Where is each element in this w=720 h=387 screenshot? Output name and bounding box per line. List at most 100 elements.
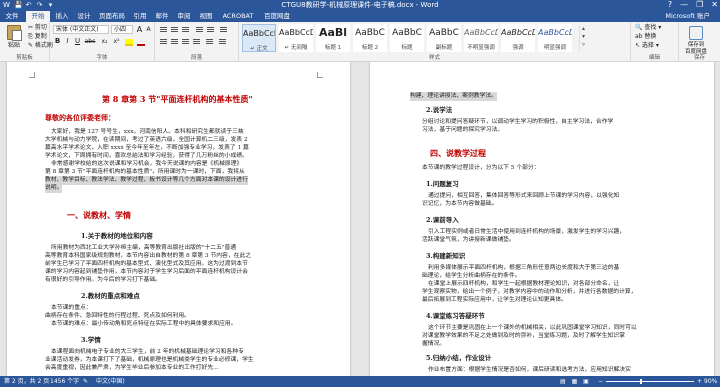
styles-label: 样式 [428,55,440,61]
margin-corner-mark [29,72,35,78]
zoom-level[interactable]: 90% [704,376,717,387]
close-button[interactable]: ✕ [711,0,718,10]
bold-button[interactable]: B [53,37,62,46]
decrease-indent-icon[interactable] [195,26,204,34]
font-group: 宋体 (中文正文) 小四 A A B I U abc x₂ x² 字体 [50,22,155,62]
numbering-icon[interactable] [170,26,179,34]
word-count[interactable]: 1456 个字 [50,376,79,387]
superscript-button[interactable]: x² [111,37,122,46]
font-size-select[interactable]: 小四 [111,25,133,34]
process-intro: 本节课的教学过程设计，分为以下 5 个部分： [422,165,540,171]
style-normal[interactable]: AaBbCcD↵ 正文 [242,24,276,52]
restore-button[interactable]: ❐ [696,0,703,10]
underline-button[interactable]: U [73,37,82,46]
style-subtle-emphasis[interactable]: AaBbCcD 不明显强调 [464,24,498,52]
tab-baidu-netdisk[interactable]: 百度网盘 [260,11,294,22]
increase-indent-icon[interactable] [206,26,215,34]
section-4-heading: 四、说教学过程 [430,148,486,158]
document-workspace[interactable]: 第 8 章第 3 节"平面连杆机构的基本性质" 尊敬的各位评委老师： 大家好，我… [0,62,720,376]
minimize-button[interactable]: — [680,0,688,10]
copy-button[interactable]: ⎘ 复制 [28,33,47,41]
tab-references[interactable]: 引用 [130,11,150,22]
style-heading-2[interactable]: AaBbC 标题 2 [353,24,387,52]
style-intense-emphasis[interactable]: AaBbCcD 明显强调 [538,24,572,52]
style-subtitle[interactable]: AaBbC 副标题 [427,24,461,52]
tab-design[interactable]: 设计 [74,11,94,22]
save-group: 保存到 百度网盘 保存 [679,22,720,62]
tab-insert[interactable]: 插入 [52,11,72,22]
cloud-save-icon[interactable] [689,26,703,40]
subheading-learners: 3.学情 [81,336,101,344]
style-title[interactable]: AaBbC 标题 [390,24,424,52]
select-button[interactable]: ↖ 选择 ▾ [635,42,659,50]
shading-icon[interactable] [218,38,227,46]
tab-acrobat[interactable]: ACROBAT [218,11,258,22]
page-count[interactable]: 第 2 页，共 2 页 [4,376,49,387]
step-5-heading: 5.归纳小结，作业设计 [426,354,492,362]
ribbon-tabs: 文件 开始 插入 设计 页面布局 引用 邮件 审阅 视图 ACROBAT 百度网… [0,11,720,22]
view-mode-icons[interactable]: ▤ ▦ ▣ [560,376,591,387]
find-button[interactable]: 🔍 查找 ▾ [635,24,661,32]
ribbon: 粘贴 ✂ 剪切 ⎘ 复制 ✎ 格式刷 剪贴板 宋体 (中文正文) 小四 A A … [0,22,720,62]
greeting-heading: 尊敬的各位评委老师： [45,113,115,122]
zoom-out-button[interactable]: − [598,376,603,387]
paste-icon [7,25,22,41]
language-indicator[interactable]: 中文(中国) [96,376,125,387]
tab-home[interactable]: 开始 [26,11,50,22]
paragraph-group: 段落 [155,22,239,62]
subheading-learning-methods: 2.说学法 [426,106,453,114]
help-button[interactable]: ? [668,0,672,10]
font-color-icon[interactable] [137,39,145,46]
zoom-slider[interactable] [606,381,694,382]
bullets-icon[interactable] [159,26,168,34]
zoom-in-button[interactable]: + [697,376,702,387]
section-1-heading: 一、说教材、学情 [67,210,131,220]
cut-button[interactable]: ✂ 剪切 [28,24,47,32]
multilevel-list-icon[interactable] [181,26,190,34]
line-spacing-icon[interactable] [205,38,214,46]
align-center-icon[interactable] [170,38,179,46]
proofing-icon[interactable]: ✎ [83,376,88,387]
margin-corner-mark [317,72,323,78]
styles-scroll-arrows[interactable]: ▴ ▾ ▿ [579,25,587,51]
page-left[interactable]: 第 8 章第 3 节"平面连杆机构的基本性质" 尊敬的各位评委老师： 大家好，我… [7,62,350,376]
strikethrough-button[interactable]: abc [83,37,97,46]
save-label: 保存 [693,55,705,61]
style-no-spacing[interactable]: AaBbCcD ↵ 无间隔 [279,24,313,52]
style-heading-1[interactable]: AaBl 标题 1 [316,24,350,52]
tab-view[interactable]: 视图 [196,11,216,22]
paste-button[interactable]: 粘贴 [4,25,24,49]
page-right[interactable]: 构建、理论讲授法、案例教学法。 2.说学法 分组讨论和提问答疑环节，以调动学生学… [370,62,714,376]
editing-label: 编辑 [648,55,660,61]
tab-layout[interactable]: 页面布局 [96,11,128,22]
subheading-textbook: 1.关于教材的地位和内容 [81,232,153,240]
align-left-icon[interactable] [159,38,168,46]
tab-review[interactable]: 审阅 [174,11,194,22]
clipboard-group: 粘贴 ✂ 剪切 ⎘ 复制 ✎ 格式刷 剪贴板 [0,22,53,62]
justify-icon[interactable] [192,38,201,46]
editing-group: 🔍 查找 ▾ ab 替换 ↖ 选择 ▾ 编辑 [631,22,679,62]
zoom-slider-thumb[interactable] [640,379,642,384]
italic-button[interactable]: I [63,37,72,46]
font-label: 字体 [96,55,108,61]
tab-file[interactable]: 文件 [0,11,24,22]
sort-icon[interactable] [219,26,228,34]
step-2-heading: 2.课前导入 [426,216,459,224]
replace-button[interactable]: ab 替换 [635,33,656,41]
step-1-heading: 1.问题复习 [426,180,459,188]
chapter-title: 第 8 章第 3 节"平面连杆机构的基本性质" [102,94,253,104]
step-3-heading: 3.构建新知识 [426,252,466,260]
tab-mailings[interactable]: 邮件 [152,11,172,22]
user-account[interactable]: Microsoft 账户 [665,12,710,21]
subheading-key-points: 2.教材的重点和难点 [81,292,140,300]
font-name-select[interactable]: 宋体 (中文正文) [53,25,109,34]
title-bar: W 💾 ↶ ↷ ▾ CTGU8教研学-机械原理课件-电子稿.docx - Wor… [0,0,720,11]
highlight-color-icon[interactable] [125,39,133,46]
clipboard-label: 剪贴板 [16,55,33,61]
subscript-button[interactable]: x₂ [99,37,110,46]
grow-font-button[interactable]: A [135,25,144,34]
shrink-font-button[interactable]: A [144,25,153,34]
paragraph-label: 段落 [190,55,202,61]
style-emphasis[interactable]: AaBbCcD 强调 [501,24,535,52]
align-right-icon[interactable] [181,38,190,46]
